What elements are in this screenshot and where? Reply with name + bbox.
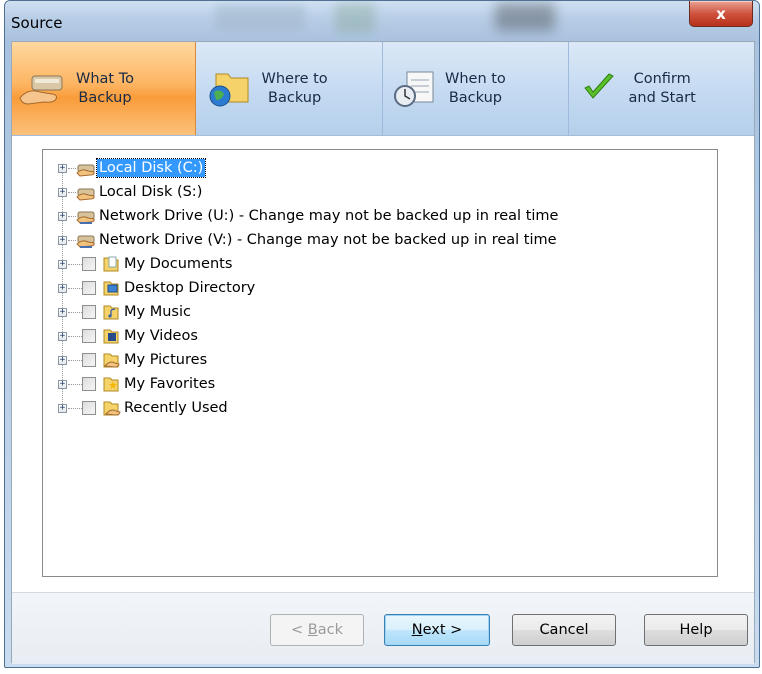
expand-icon[interactable]: + [58,356,67,365]
tree-item[interactable]: + Desktop Directory [43,276,643,300]
tree-item-label[interactable]: Local Disk (C:) [95,158,207,178]
item-checkbox[interactable] [82,257,96,271]
back-rest: ack [317,622,343,638]
item-checkbox[interactable] [82,353,96,367]
clock-calendar-icon [394,71,434,107]
tree-item-label[interactable]: My Videos [122,327,200,345]
close-button[interactable]: x [689,1,753,27]
tree-item-label[interactable]: My Music [122,303,193,321]
item-checkbox[interactable] [82,305,96,319]
step-when-to-backup[interactable]: When to Backup [383,42,569,135]
expand-icon[interactable]: + [58,332,67,341]
music-icon [103,305,119,320]
tree-item-label[interactable]: My Favorites [122,375,217,393]
tree-connector [68,312,82,313]
expand-icon[interactable]: + [58,308,67,317]
item-checkbox[interactable] [82,281,96,295]
network-drive-icon [76,235,95,248]
back-button[interactable]: < Back [270,614,364,646]
checkmark-icon [583,73,614,99]
next-button[interactable]: Next > [384,614,490,646]
tree-item[interactable]: + Network Drive (U:) - Change may not be … [43,204,643,228]
tree-item-label[interactable]: Desktop Directory [122,279,257,297]
tree-item[interactable]: + Local Disk (C:) [43,156,643,180]
tree-item[interactable]: + Recently Used [43,396,643,420]
expand-icon[interactable]: + [58,164,67,173]
tree-item-label[interactable]: My Documents [122,255,234,273]
expand-icon[interactable]: + [58,284,67,293]
step-label: Where to Backup [261,71,328,106]
tree-item-label[interactable]: Recently Used [122,399,230,417]
wizard-steps-bar: What To Backup Where to Backup When to B… [12,42,754,136]
tree-item[interactable]: + Network Drive (V:) - Change may not be … [43,228,643,252]
tree-item[interactable]: + Local Disk (S:) [43,180,643,204]
background-blur [335,3,375,33]
tree-item-label[interactable]: Network Drive (V:) - Change may not be b… [97,231,559,249]
tree-item-label[interactable]: Local Disk (S:) [97,183,204,201]
expand-icon[interactable]: + [58,212,67,221]
button-bar [12,593,754,664]
tree-connector [68,360,82,361]
expand-icon[interactable]: + [58,380,67,389]
globe-folder-icon [209,73,248,107]
tree-connector [68,336,82,337]
step-where-to-backup[interactable]: Where to Backup [196,42,383,135]
next-rest: ext > [422,622,463,638]
tree-connector [68,192,76,193]
tree-connector [68,216,76,217]
step-what-to-backup[interactable]: What To Backup [12,42,196,135]
tree-item-label[interactable]: Network Drive (U:) - Change may not be b… [97,207,560,225]
tree-item[interactable]: + My Documents [43,252,643,276]
shared-drive-icon [76,188,95,201]
background-blur [495,3,555,31]
expand-icon[interactable]: + [58,404,67,413]
window-title: Source [11,14,63,32]
background-blur [215,5,305,31]
back-accel: B [307,622,318,638]
tree-item[interactable]: + My Pictures [43,348,643,372]
cancel-button[interactable]: Cancel [512,614,616,646]
help-button[interactable]: Help [644,614,748,646]
tree-connector [68,240,76,241]
tree-connector [68,408,82,409]
tree-connector [68,384,82,385]
dialog-client-area: What To Backup Where to Backup When to B… [11,41,755,664]
item-checkbox[interactable] [82,377,96,391]
tree-item[interactable]: + My Music [43,300,643,324]
tree-connector [68,264,82,265]
source-tree-panel[interactable]: + Local Disk (C:) + Local Disk (S:) + Network… [42,149,718,577]
network-drive-icon [76,211,95,224]
tree-item-label[interactable]: My Pictures [122,351,209,369]
step-confirm-and-start[interactable]: Confirm and Start [569,42,755,135]
favorites-icon [103,377,119,392]
close-icon: x [716,4,726,23]
back-prefix: < [291,622,308,638]
videos-icon [103,329,119,344]
item-checkbox[interactable] [82,401,96,415]
step-label: What To Backup [76,71,134,106]
next-accel: N [411,622,423,638]
expand-icon[interactable]: + [58,260,67,269]
desktop-icon [103,281,119,296]
shared-drive-icon [76,164,95,177]
step-label: Confirm and Start [628,71,696,106]
step-label: When to Backup [445,71,506,106]
title-bar[interactable]: Source x [5,1,759,41]
recent-icon [103,401,121,416]
expand-icon[interactable]: + [58,188,67,197]
tree-item[interactable]: + My Favorites [43,372,643,396]
tree-connector [68,168,76,169]
tree-item[interactable]: + My Videos [43,324,643,348]
item-checkbox[interactable] [82,329,96,343]
documents-icon [103,256,119,272]
source-dialog-window: Source x What To Backup Where to Backup … [4,0,760,668]
expand-icon[interactable]: + [58,236,67,245]
hand-drive-icon [19,75,63,105]
tree-connector [68,288,82,289]
pictures-icon [103,353,120,368]
